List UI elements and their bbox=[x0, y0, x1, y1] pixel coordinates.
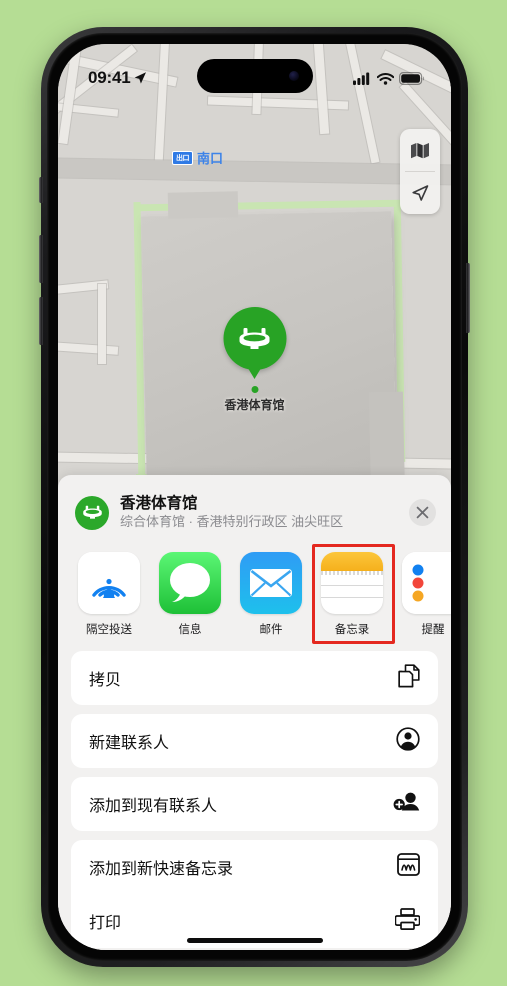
share-app-label: 信息 bbox=[178, 624, 202, 637]
location-arrow-icon bbox=[412, 185, 429, 201]
action-group: 添加到现有联系人 bbox=[71, 777, 438, 832]
share-app-row[interactable]: 隔空投送 信息 邮件 备忘录 提醒 bbox=[58, 544, 451, 645]
action-label: 添加到现有联系人 bbox=[89, 798, 218, 816]
home-indicator bbox=[186, 938, 323, 943]
share-app-label: 备忘录 bbox=[334, 624, 370, 637]
phone-bezel: 出口 南口 香港体育馆 09:41 香港体育馆 综合体育馆 · 香港特别行政区 … bbox=[47, 33, 462, 961]
stadium-icon bbox=[82, 505, 102, 519]
place-avatar bbox=[75, 495, 109, 530]
volume-up-button[interactable] bbox=[39, 235, 43, 283]
action-group: 拷贝 bbox=[71, 651, 438, 706]
place-info: 香港体育馆 综合体育馆 · 香港特别行政区 油尖旺区 bbox=[120, 494, 398, 531]
power-button[interactable] bbox=[466, 263, 470, 333]
pin-label: 香港体育馆 bbox=[224, 398, 285, 412]
folded-map-icon bbox=[411, 142, 429, 158]
action-label: 添加到新快速备忘录 bbox=[89, 861, 234, 879]
close-button[interactable] bbox=[409, 499, 436, 527]
notes-rule-line bbox=[321, 597, 383, 599]
place-title: 香港体育馆 bbox=[120, 495, 198, 512]
share-app-label: 邮件 bbox=[259, 624, 283, 637]
share-sheet[interactable]: 香港体育馆 综合体育馆 · 香港特别行政区 油尖旺区 隔空投送 信息 邮件 备忘… bbox=[58, 475, 451, 950]
reminders-icon bbox=[402, 552, 451, 615]
map-road bbox=[98, 284, 106, 364]
share-sheet-header: 香港体育馆 综合体育馆 · 香港特别行政区 油尖旺区 bbox=[58, 475, 451, 544]
map-road bbox=[344, 44, 380, 164]
phone-frame: 出口 南口 香港体育馆 09:41 香港体育馆 综合体育馆 · 香港特别行政区 … bbox=[39, 27, 470, 967]
action-row-copy[interactable]: 拷贝 bbox=[71, 651, 438, 705]
action-group: 添加到新快速备忘录 打印 bbox=[71, 840, 438, 949]
stadium-icon bbox=[239, 327, 270, 349]
printer-icon bbox=[394, 907, 421, 935]
notes-icon bbox=[321, 552, 383, 615]
map-road bbox=[311, 44, 330, 135]
exit-badge-icon: 出口 bbox=[172, 150, 193, 165]
share-action-list[interactable]: 拷贝 新建联系人 添加到现有联系人 添加到新快速备忘录 打印 bbox=[58, 643, 451, 949]
notes-perforation bbox=[321, 571, 383, 576]
map-building-annex bbox=[167, 191, 239, 219]
map-road bbox=[58, 341, 119, 355]
share-app-label: 隔空投送 bbox=[86, 624, 132, 637]
user-location-button[interactable] bbox=[400, 172, 440, 214]
action-label: 拷贝 bbox=[89, 672, 122, 690]
action-label: 新建联系人 bbox=[89, 735, 170, 753]
share-app-reminders[interactable]: 提醒 bbox=[402, 552, 451, 637]
map-transit-exit-label[interactable]: 出口 南口 bbox=[172, 148, 223, 167]
action-row-new-contact[interactable]: 新建联系人 bbox=[71, 714, 438, 768]
exit-label-text: 南口 bbox=[197, 151, 224, 166]
map-place-pin[interactable]: 香港体育馆 bbox=[223, 307, 286, 413]
front-camera-icon bbox=[288, 71, 299, 81]
share-app-airdrop[interactable]: 隔空投送 bbox=[78, 552, 140, 637]
volume-down-button[interactable] bbox=[39, 297, 43, 345]
share-app-label: 提醒 bbox=[421, 624, 445, 637]
map-controls[interactable] bbox=[400, 129, 440, 214]
map-main-road bbox=[58, 158, 451, 185]
map-road bbox=[154, 44, 170, 175]
pin-anchor-dot bbox=[251, 386, 258, 393]
mail-icon bbox=[240, 552, 302, 615]
action-row-quick-note[interactable]: 添加到新快速备忘录 bbox=[71, 840, 438, 894]
share-app-messages[interactable]: 信息 bbox=[159, 552, 221, 637]
copy-icon bbox=[398, 664, 420, 693]
action-row-add-to-contact[interactable]: 添加到现有联系人 bbox=[71, 777, 438, 831]
add-to-contact-icon bbox=[393, 790, 420, 818]
new-contact-icon bbox=[396, 727, 420, 756]
action-label: 打印 bbox=[89, 915, 122, 933]
notes-header-band bbox=[321, 552, 383, 572]
phone-screen: 出口 南口 香港体育馆 09:41 香港体育馆 综合体育馆 · 香港特别行政区 … bbox=[58, 44, 451, 950]
quick-note-icon bbox=[397, 853, 420, 881]
close-icon bbox=[416, 506, 429, 519]
silent-switch[interactable] bbox=[39, 177, 43, 203]
dynamic-island bbox=[196, 59, 313, 93]
pin-bubble bbox=[223, 307, 286, 370]
messages-icon bbox=[159, 552, 221, 615]
map-mode-button[interactable] bbox=[400, 129, 440, 171]
share-app-notes[interactable]: 备忘录 bbox=[312, 544, 395, 645]
action-group: 新建联系人 bbox=[71, 714, 438, 769]
airdrop-icon bbox=[78, 552, 140, 615]
notes-rule-line bbox=[321, 585, 383, 587]
share-app-mail[interactable]: 邮件 bbox=[240, 552, 302, 637]
place-subtitle: 综合体育馆 · 香港特别行政区 油尖旺区 bbox=[120, 514, 344, 530]
